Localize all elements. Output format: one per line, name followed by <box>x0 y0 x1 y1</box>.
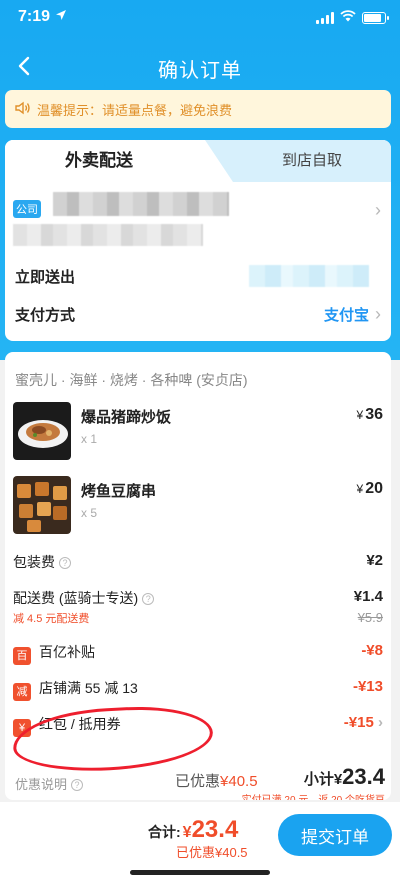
subtotal-prefix: 小计 <box>303 771 334 788</box>
payment-method-value-group: 支付宝 › <box>324 304 381 325</box>
chevron-right-icon: › <box>378 714 383 731</box>
help-icon: ? <box>71 779 84 791</box>
packing-fee-row: 包装费? ¥2 <box>13 552 383 572</box>
delivery-fee-promo-row: 减 4.5 元配送费 ¥5.9 <box>13 610 383 626</box>
item-price-group: ¥20 <box>357 480 383 498</box>
chevron-right-icon: › <box>375 303 381 324</box>
subsidy-badge-icon: 百 <box>13 647 31 665</box>
payment-method-label: 支付方式 <box>15 306 76 324</box>
contact-blurred-line <box>13 224 203 246</box>
item-currency: ¥ <box>356 482 364 496</box>
warm-tip-banner: 温馨提示：请适量点餐，避免浪费 <box>5 90 391 128</box>
delivery-time-blurred-value <box>249 265 369 287</box>
total-discount: 已优惠¥40.5 <box>175 770 258 791</box>
packing-fee-label: 包装费 <box>13 554 55 570</box>
total-discount-prefix: 已优惠 <box>175 773 221 790</box>
discount-value-group: -¥15 › <box>344 714 383 731</box>
total-discount-value: ¥40.5 <box>220 773 258 790</box>
item-quantity: x 1 <box>81 432 98 446</box>
discount-value: -¥13 <box>352 678 383 695</box>
food-image <box>13 402 71 460</box>
location-arrow-icon <box>55 8 67 26</box>
subtotal: 小计¥23.4 <box>304 764 385 790</box>
status-bar: 7:19 <box>0 0 400 36</box>
wifi-icon <box>340 9 356 27</box>
cellular-signal-icon <box>316 12 334 24</box>
beans-reward-note: 实付已满 20 元，返 20 个吃货豆 <box>242 791 385 800</box>
discount-row: 减店铺满 55 减 13 -¥13 <box>13 678 383 701</box>
discount-row: 百百亿补贴 -¥8 <box>13 642 383 665</box>
discount-label: 店铺满 55 减 13 <box>39 680 138 696</box>
footer-discount-text: 已优惠¥40.5 <box>176 845 248 860</box>
item-price: 20 <box>365 480 383 497</box>
discount-explanation-label: 优惠说明 <box>15 777 68 792</box>
battery-icon <box>362 12 389 24</box>
page-title: 确认订单 <box>158 60 242 82</box>
status-time-group: 7:19 <box>18 8 67 26</box>
subtotal-value: 23.4 <box>342 764 385 789</box>
address-tag-company: 公司 <box>13 200 41 218</box>
payment-method-value: 支付宝 <box>323 306 369 324</box>
food-image <box>13 476 71 534</box>
chevron-right-icon: › <box>375 200 381 220</box>
delivery-fee-row: 配送费 (蓝骑士专送)? ¥1.4 <box>13 588 383 608</box>
item-price-group: ¥36 <box>357 406 383 424</box>
delivery-time-row[interactable]: 立即送出 <box>5 258 391 294</box>
discount-value: -¥8 <box>361 642 383 659</box>
delivery-info-card: 外卖配送 到店自取 公司 › 立即送出 支付方式 支付宝 › <box>5 140 391 341</box>
delivery-fee-value: ¥1.4 <box>353 588 383 605</box>
tab-pickup[interactable]: 到店自取 <box>233 140 391 182</box>
home-indicator <box>130 870 270 875</box>
shop-name: 蜜壳儿 · 海鲜 · 烧烤 · 各种啤 (安贞店) <box>15 372 248 388</box>
reduction-badge-icon: 减 <box>13 683 31 701</box>
status-icons <box>316 9 389 27</box>
delivery-tabs: 外卖配送 到店自取 <box>5 140 391 182</box>
tab-delivery[interactable]: 外卖配送 <box>5 140 233 182</box>
item-name: 爆品猪蹄炒饭 <box>81 409 172 426</box>
item-quantity: x 5 <box>81 506 98 520</box>
order-total-currency: ¥ <box>182 824 192 841</box>
discount-label: 百亿补贴 <box>39 644 95 660</box>
navigation-bar: 确认订单 <box>0 44 400 88</box>
help-icon[interactable]: ? <box>59 557 71 569</box>
delivery-fee-label: 配送费 (蓝骑士专送) <box>13 590 139 606</box>
subtotal-currency: ¥ <box>333 771 343 788</box>
speaker-icon <box>15 101 31 118</box>
submit-order-button[interactable]: 提交订单 <box>278 814 392 856</box>
order-total-value: 23.4 <box>191 816 239 843</box>
item-name: 烤鱼豆腐串 <box>81 483 157 500</box>
item-price: 36 <box>365 406 383 423</box>
delivery-fee-promo: 减 4.5 元配送费 <box>13 613 90 625</box>
list-item: 爆品猪蹄炒饭 x 1 ¥36 <box>13 402 383 462</box>
help-icon[interactable]: ? <box>142 593 155 605</box>
list-item: 烤鱼豆腐串 x 5 ¥20 <box>13 476 383 536</box>
item-currency: ¥ <box>356 408 364 422</box>
order-summary-row: 优惠说明? 已优惠¥40.5 小计¥23.4 实付已满 20 元，返 20 个吃… <box>15 764 385 800</box>
packing-fee-value: ¥2 <box>366 552 383 569</box>
order-total: 合计: ¥23.4 <box>148 816 238 844</box>
discount-explanation-group[interactable]: 优惠说明? <box>15 774 84 793</box>
delivery-fee-original: ¥5.9 <box>357 610 383 625</box>
status-time: 7:19 <box>18 8 51 25</box>
payment-method-row[interactable]: 支付方式 支付宝 › <box>5 296 391 332</box>
order-total-label: 合计: <box>148 824 181 840</box>
discount-value: -¥15 <box>343 714 374 731</box>
order-detail-card: 蜜壳儿 · 海鲜 · 烧烤 · 各种啤 (安贞店) 爆品猪蹄炒饭 x 1 ¥36 <box>5 352 391 800</box>
warm-tip-text: 温馨提示：请适量点餐，避免浪费 <box>37 102 233 118</box>
address-blurred-line <box>53 192 229 216</box>
order-total-amount: ¥23.4 <box>183 816 239 843</box>
delivery-time-label: 立即送出 <box>15 268 76 286</box>
address-selector[interactable]: 公司 › <box>5 182 391 254</box>
